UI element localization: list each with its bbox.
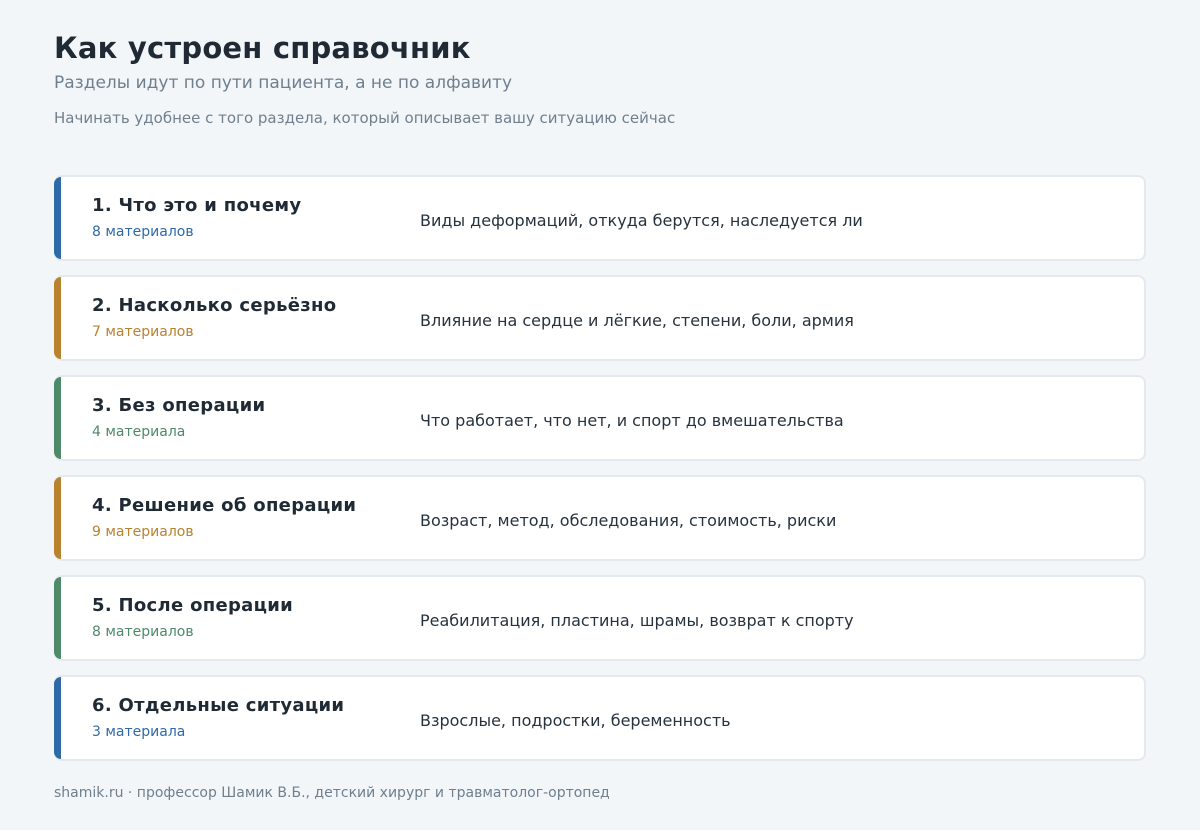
section-accent-bar [54,177,61,259]
section-card-5[interactable]: 5. После операции 8 материалов Реабилита… [54,575,1146,661]
section-title: 5. После операции [92,595,294,616]
section-accent-bar [54,477,61,559]
section-count: 8 материалов [92,224,194,240]
section-accent-bar [54,677,61,759]
section-title: 3. Без операции [92,395,266,416]
section-accent-bar [54,577,61,659]
section-description: Что работает, что нет, и спорт до вмешат… [420,411,844,430]
section-title: 6. Отдельные ситуации [92,695,345,716]
section-description: Возраст, метод, обследования, стоимость,… [420,511,837,530]
page-header: Как устроен справочник Разделы идут по п… [54,30,1146,128]
section-title: 1. Что это и почему [92,195,302,216]
section-card-6[interactable]: 6. Отдельные ситуации 3 материала Взросл… [54,675,1146,761]
section-description: Взрослые, подростки, беременность [420,711,731,730]
section-list: 1. Что это и почему 8 материалов Виды де… [54,175,1146,775]
section-accent-bar [54,277,61,359]
section-card-2[interactable]: 2. Насколько серьёзно 7 материалов Влиян… [54,275,1146,361]
section-count: 3 материала [92,724,186,740]
page-title: Как устроен справочник [54,31,471,65]
section-card-3[interactable]: 3. Без операции 4 материала Что работает… [54,375,1146,461]
section-accent-bar [54,377,61,459]
section-count: 9 материалов [92,524,194,540]
section-count: 4 материала [92,424,186,440]
section-description: Влияние на сердце и лёгкие, степени, бол… [420,311,854,330]
section-title: 2. Насколько серьёзно [92,295,337,316]
section-card-4[interactable]: 4. Решение об операции 9 материалов Возр… [54,475,1146,561]
section-card-1[interactable]: 1. Что это и почему 8 материалов Виды де… [54,175,1146,261]
page-subtitle: Разделы идут по пути пациента, а не по а… [54,73,513,93]
page-hint: Начинать удобнее с того раздела, который… [54,109,676,127]
section-count: 7 материалов [92,324,194,340]
section-title: 4. Решение об операции [92,495,357,516]
section-description: Реабилитация, пластина, шрамы, возврат к… [420,611,854,630]
page-footer: shamik.ru · профессор Шамик В.Б., детски… [54,785,610,801]
section-count: 8 материалов [92,624,194,640]
section-description: Виды деформаций, откуда берутся, наследу… [420,211,863,230]
